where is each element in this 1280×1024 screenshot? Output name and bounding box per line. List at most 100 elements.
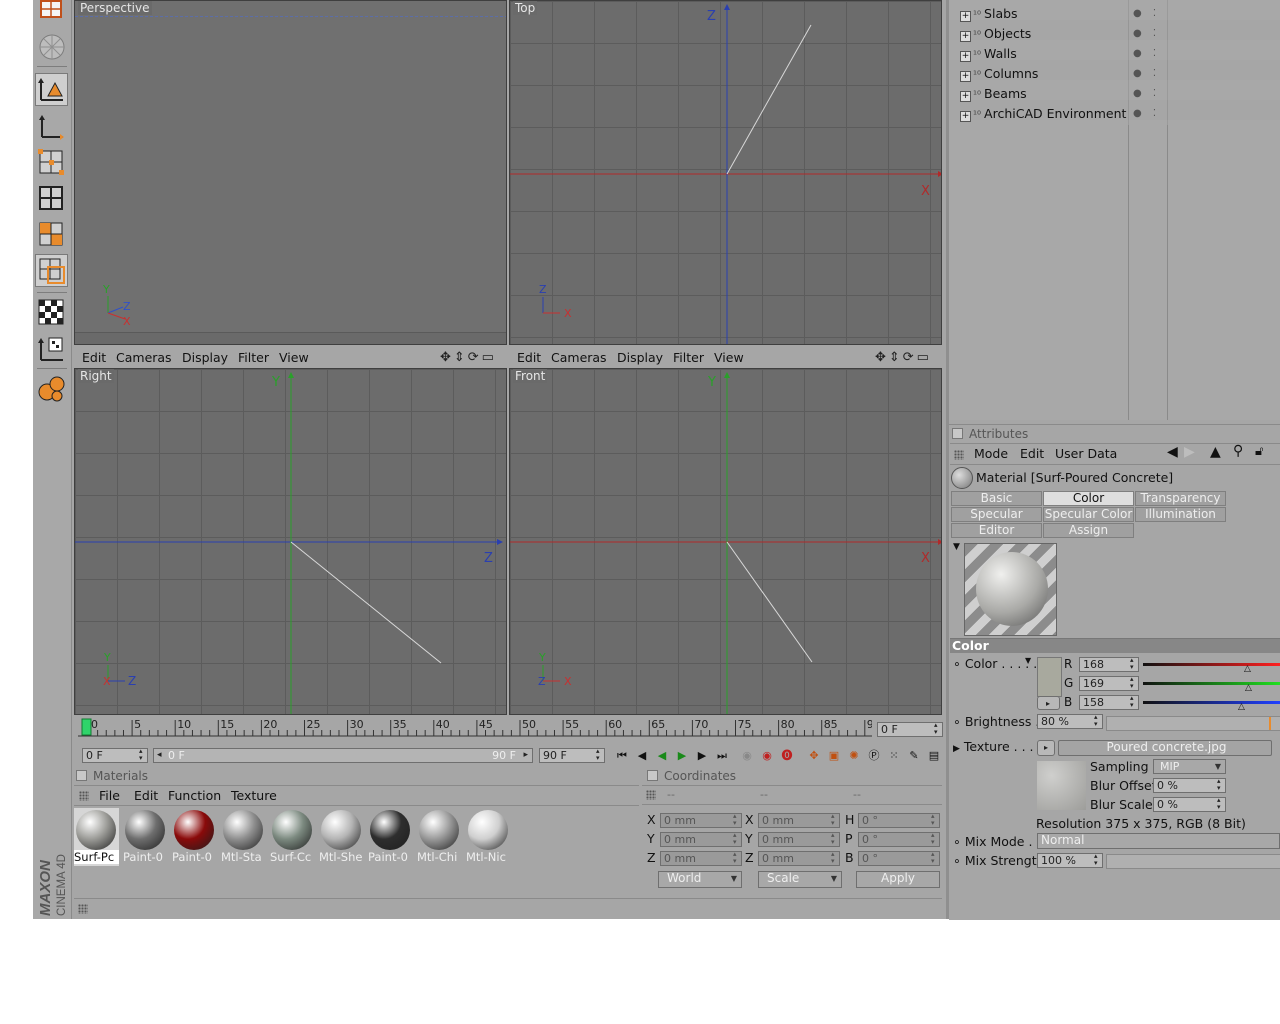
g-field[interactable]: 169	[1079, 676, 1139, 691]
range-slider[interactable]: ◂ 0 F 90 F ▸	[153, 748, 533, 763]
panel-close-checkbox[interactable]	[647, 770, 658, 781]
coord-value-field[interactable]: 0 mm	[660, 813, 742, 828]
menu-user-data[interactable]: User Data	[1055, 446, 1117, 461]
apply-button[interactable]: Apply	[856, 871, 940, 888]
coord-value-field[interactable]: 0 mm	[660, 851, 742, 866]
viewport-nav-icons[interactable]: ✥⇕⟳▭	[440, 350, 497, 365]
blur-scale-field[interactable]: 0 %	[1153, 797, 1226, 812]
coord-value-field[interactable]: 0 mm	[758, 851, 840, 866]
expand-icon[interactable]: +	[960, 31, 971, 42]
menu-texture[interactable]: Texture	[231, 788, 277, 803]
viewport-top[interactable]: Top Z X Z X	[509, 0, 942, 345]
attribute-tab[interactable]: Specular	[951, 507, 1042, 522]
visibility-dots-icon[interactable]: ● ⁚	[1133, 28, 1160, 39]
viewport-perspective[interactable]: Perspective Y Z X	[74, 0, 507, 345]
visibility-dots-icon[interactable]: ● ⁚	[1133, 88, 1160, 99]
previous-key-icon[interactable]: ◀	[633, 747, 651, 765]
model-mode-icon[interactable]	[35, 73, 68, 106]
attribute-tab[interactable]: Illumination	[1135, 507, 1226, 522]
lock-icon[interactable]: 🔓︎	[1255, 444, 1263, 459]
go-to-end-icon[interactable]: ⏭	[713, 747, 731, 765]
autokey-icon[interactable]: ⓿	[778, 747, 796, 765]
material-swatch[interactable]: Mtl-Chi	[417, 808, 462, 866]
search-icon[interactable]: ⚲	[1233, 443, 1243, 459]
current-frame-field[interactable]: 0 F	[877, 722, 943, 737]
panel-close-checkbox[interactable]	[952, 428, 963, 439]
expand-icon[interactable]: +	[960, 91, 971, 102]
visibility-dots-icon[interactable]: ● ⁚	[1133, 68, 1160, 79]
menu-view[interactable]: View	[714, 350, 744, 365]
menu-filter[interactable]: Filter	[238, 350, 269, 365]
coord-mode-select[interactable]: World ▼	[658, 871, 742, 888]
next-key-icon[interactable]: ▶	[693, 747, 711, 765]
up-arrow-icon[interactable]: ▲	[1210, 444, 1221, 460]
viewport-nav-icons[interactable]: ✥⇕⟳▭	[875, 350, 932, 365]
blur-offset-field[interactable]: 0 %	[1153, 778, 1226, 793]
key-move-icon[interactable]: ✥	[805, 747, 823, 765]
coord-value-field[interactable]: 0 °	[858, 832, 940, 847]
b-field[interactable]: 158	[1079, 695, 1139, 710]
texture-mode-icon[interactable]	[35, 296, 68, 329]
expand-icon[interactable]: +	[960, 11, 971, 22]
menu-edit[interactable]: Edit	[1020, 446, 1044, 461]
panel-close-checkbox[interactable]	[76, 770, 87, 781]
world-grid-icon[interactable]	[35, 30, 68, 63]
coord-value-field[interactable]: 0 mm	[758, 832, 840, 847]
coord-value-field[interactable]: 0 °	[858, 851, 940, 866]
mix-mode-select[interactable]: Normal	[1037, 833, 1280, 849]
sampling-select[interactable]: MIP ▼	[1153, 759, 1226, 774]
timeline-playhead[interactable]	[81, 718, 92, 736]
viewport-front[interactable]: Front Y X Y Z X	[509, 368, 942, 715]
workplane-icon[interactable]	[35, 332, 68, 365]
visibility-dots-icon[interactable]: ● ⁚	[1133, 48, 1160, 59]
coord-value-field[interactable]: 0 mm	[758, 813, 840, 828]
collapse-arrow-icon[interactable]: ▼	[953, 542, 960, 552]
play-forward-icon[interactable]: ▶	[673, 747, 691, 765]
key-parameter-icon[interactable]: Ⓟ	[865, 747, 883, 765]
material-swatch[interactable]: Surf-Cc	[270, 808, 315, 866]
object-row[interactable]: + ¹⁰ Walls	[960, 46, 1017, 66]
polygons-mode-icon[interactable]	[35, 218, 68, 251]
visibility-dots-icon[interactable]: ● ⁚	[1133, 8, 1160, 19]
b-slider-handle[interactable]: △	[1238, 702, 1245, 712]
play-backward-icon[interactable]: ◀	[653, 747, 671, 765]
expand-icon[interactable]: +	[960, 111, 971, 122]
visibility-dots-icon[interactable]: ● ⁚	[1133, 108, 1160, 119]
coord-value-field[interactable]: 0 °	[858, 813, 940, 828]
forward-arrow-icon[interactable]: ▶	[1184, 444, 1195, 460]
coord-value-field[interactable]: 0 mm	[660, 832, 742, 847]
attribute-tab[interactable]: Editor	[951, 523, 1042, 538]
record-disabled-icon[interactable]: ◉	[738, 747, 756, 765]
color-expand-icon[interactable]: ▸	[1037, 696, 1060, 710]
record-icon[interactable]: ◉	[758, 747, 776, 765]
menu-cameras[interactable]: Cameras	[116, 350, 172, 365]
object-row[interactable]: + ¹⁰ Columns	[960, 66, 1038, 86]
r-slider[interactable]	[1143, 663, 1280, 666]
material-swatch[interactable]: Mtl-Sta	[221, 808, 266, 866]
back-arrow-icon[interactable]: ◀	[1167, 444, 1178, 460]
go-to-start-icon[interactable]: ⏮	[613, 747, 631, 765]
g-slider-handle[interactable]: △	[1245, 683, 1252, 693]
menu-display[interactable]: Display	[182, 350, 228, 365]
r-slider-handle[interactable]: △	[1244, 664, 1251, 674]
material-swatch[interactable]: Mtl-Nic	[466, 808, 511, 866]
material-swatch[interactable]: Paint-0	[172, 808, 217, 866]
attribute-tab[interactable]: Assign	[1043, 523, 1134, 538]
timeline-ruler[interactable]: 0 5 10 15 20 25 30 35 40 45 50 55 60 65 70 75 80 85 90	[78, 716, 881, 742]
key-settings-icon[interactable]: ✎	[905, 747, 923, 765]
points-mode-icon[interactable]	[35, 146, 68, 179]
material-swatch[interactable]: Paint-0	[123, 808, 168, 866]
object-row[interactable]: + ¹⁰ ArchiCAD Environment	[960, 106, 1126, 126]
attribute-tab[interactable]: Transparency	[1135, 491, 1226, 506]
menu-function[interactable]: Function	[168, 788, 221, 803]
end-frame-field[interactable]: 90 F	[539, 748, 605, 763]
viewport-right[interactable]: Right Y Z Y Z X	[74, 368, 507, 715]
material-swatch[interactable]: Paint-0	[368, 808, 413, 866]
menu-cameras[interactable]: Cameras	[551, 350, 607, 365]
key-rotate-icon[interactable]: ✺	[845, 747, 863, 765]
brightness-field[interactable]: 80 %	[1037, 714, 1103, 729]
material-swatch[interactable]: Surf-Pc	[74, 808, 119, 866]
attribute-tab[interactable]: Basic	[951, 491, 1042, 506]
attribute-tab[interactable]: Specular Color	[1043, 507, 1134, 522]
b-slider[interactable]	[1143, 701, 1280, 704]
